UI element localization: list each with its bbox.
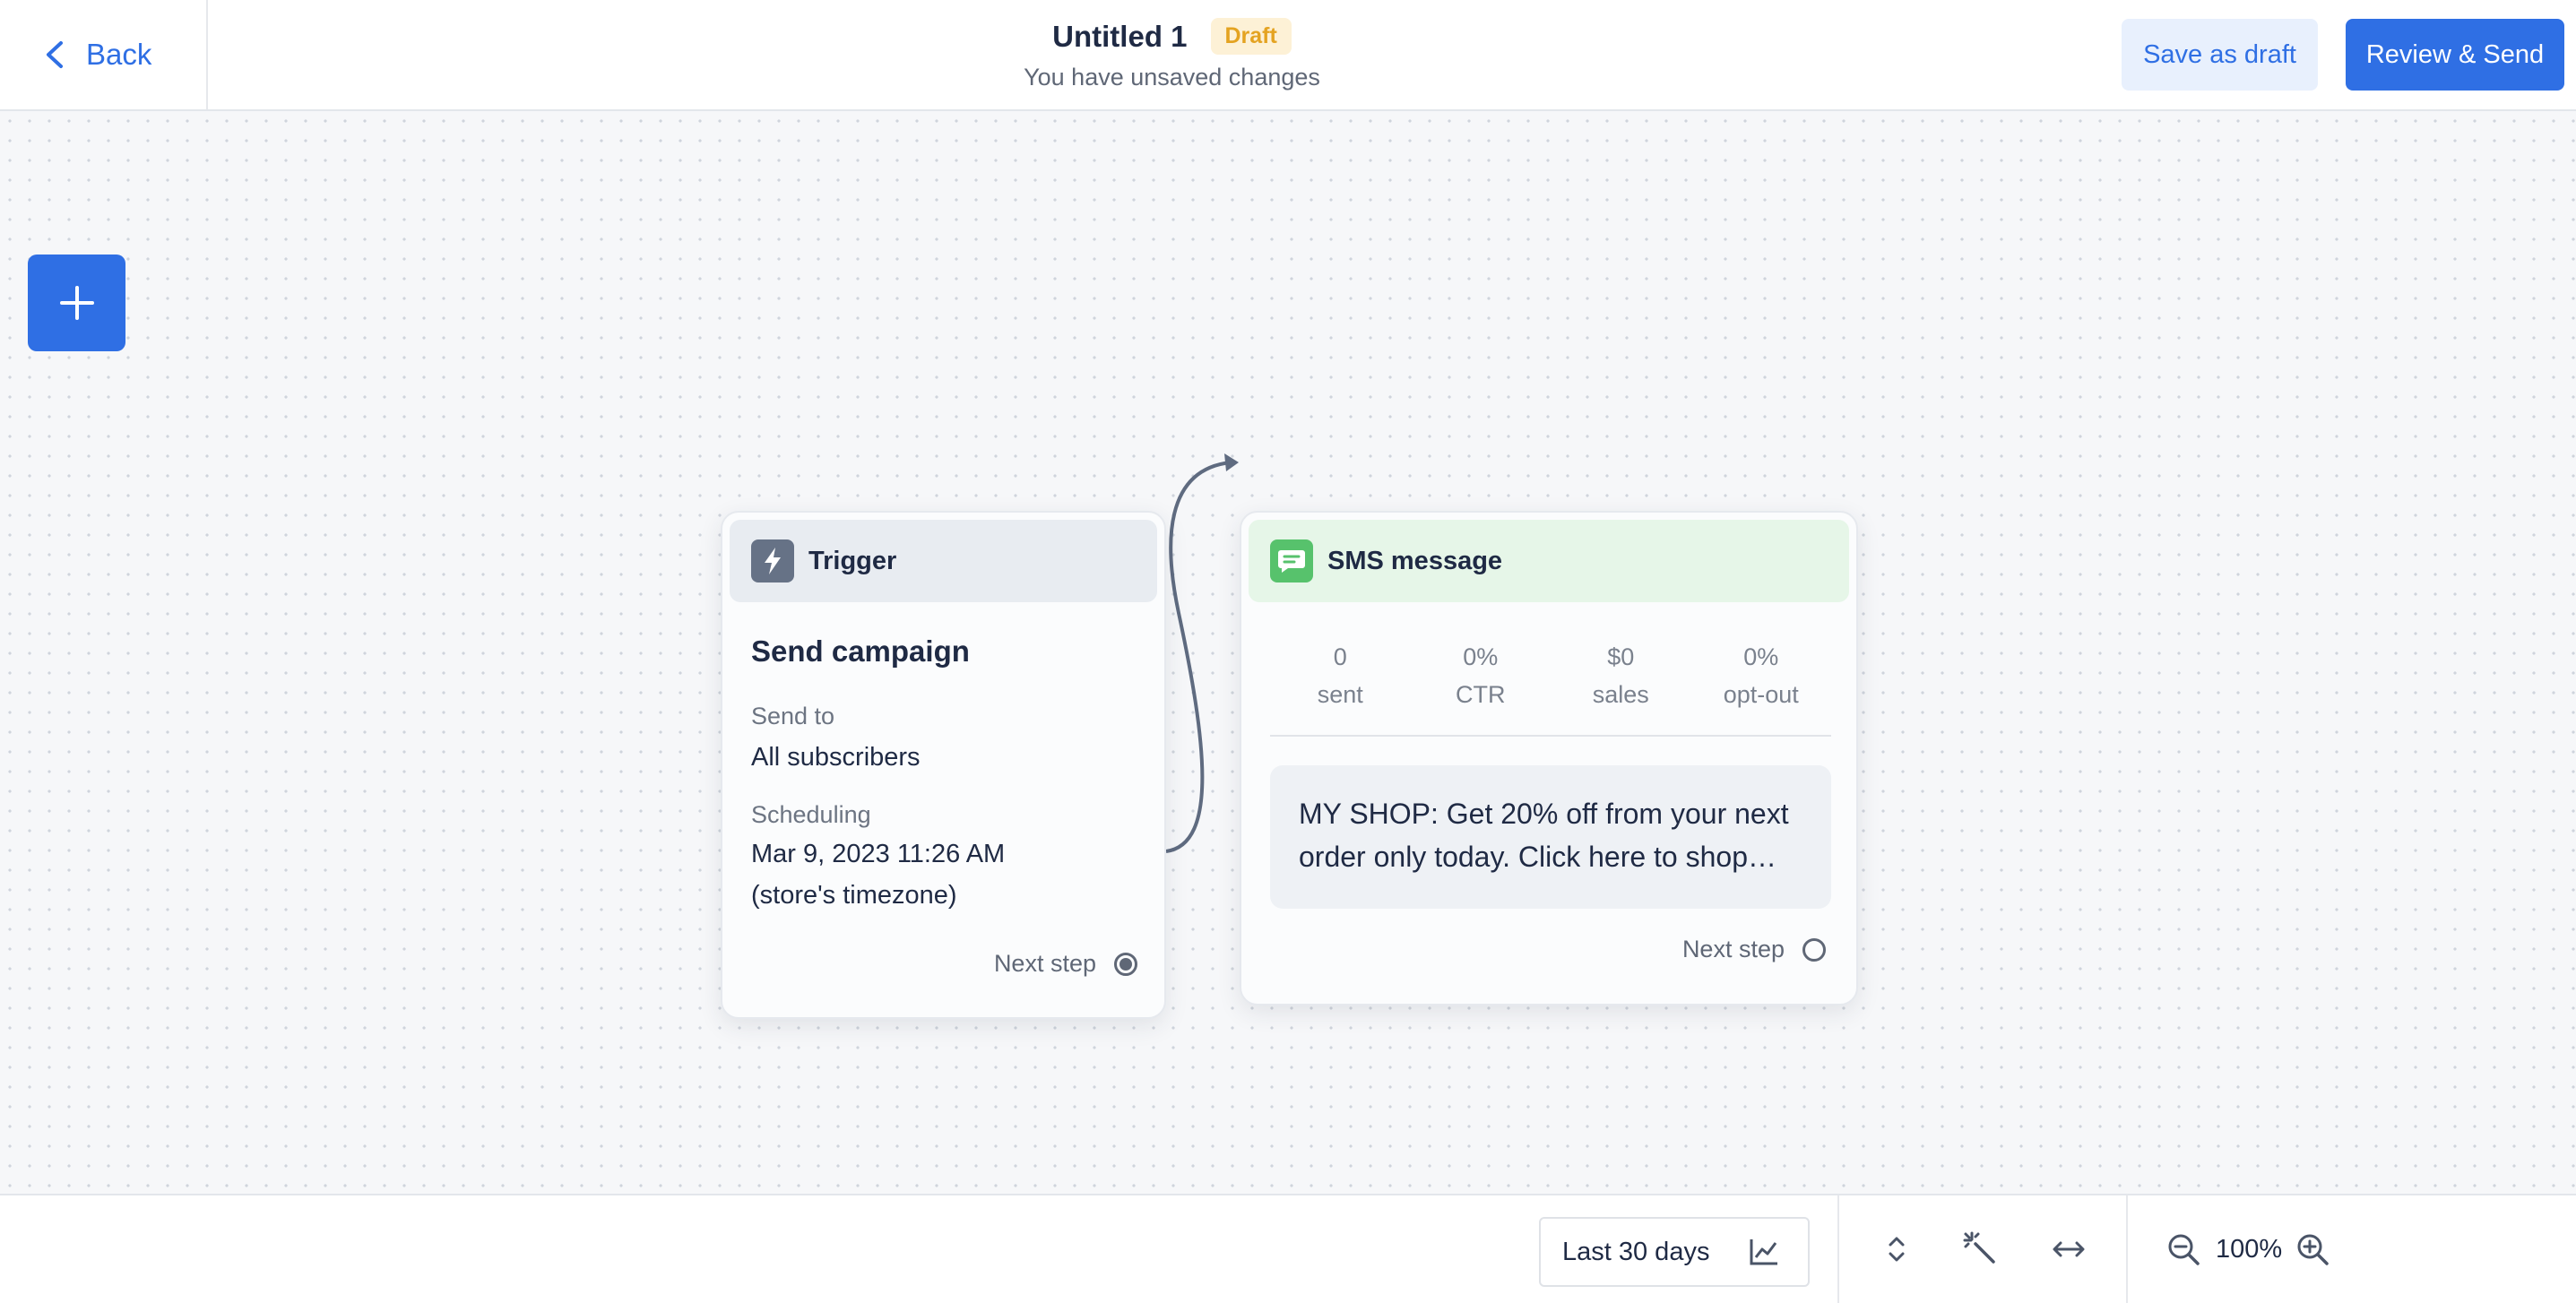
review-send-button[interactable]: Review & Send <box>2346 19 2564 91</box>
add-step-button[interactable] <box>28 255 125 351</box>
stat-value: $0 <box>1607 643 1635 670</box>
toolbar-separator <box>2126 1195 2128 1303</box>
send-to-value: All subscribers <box>751 743 921 772</box>
stat-value: 0 <box>1333 643 1347 670</box>
sms-next-step[interactable]: Next step <box>1682 936 1826 963</box>
trigger-card-label: Trigger <box>808 546 897 575</box>
next-step-connector-empty[interactable] <box>1802 937 1826 962</box>
stat-sent: 0 sent <box>1270 638 1411 713</box>
line-chart-icon <box>1750 1239 1778 1265</box>
stat-sales: $0 sales <box>1551 638 1691 713</box>
zoom-level: 100% <box>2216 1235 2283 1264</box>
chevron-left-icon <box>47 41 63 68</box>
next-step-label: Next step <box>993 950 1096 977</box>
trigger-title: Send campaign <box>751 634 970 668</box>
zoom-in-icon[interactable] <box>2293 1230 2332 1269</box>
stat-label: sent <box>1317 681 1363 708</box>
message-preview-text: MY SHOP: Get 20% off from your next orde… <box>1299 798 1789 873</box>
sms-card-label: SMS message <box>1327 546 1503 575</box>
status-badge: Draft <box>1210 18 1292 55</box>
zoom-out-icon[interactable] <box>2164 1230 2203 1269</box>
stat-label: sales <box>1592 681 1649 708</box>
trigger-next-step[interactable]: Next step <box>994 950 1137 978</box>
magic-wand-icon[interactable] <box>1961 1230 2001 1269</box>
sms-message-preview[interactable]: MY SHOP: Get 20% off from your next orde… <box>1270 765 1831 909</box>
top-header: Back Untitled 1 Draft You have unsaved c… <box>0 0 2576 111</box>
next-step-connector-filled[interactable] <box>1114 952 1137 976</box>
back-label: Back <box>86 38 152 71</box>
stat-opt-out: 0% opt-out <box>1691 638 1832 713</box>
divider <box>1270 735 1831 737</box>
page-title[interactable]: Untitled 1 <box>1052 20 1187 54</box>
back-button[interactable]: Back <box>0 0 208 109</box>
sms-message-card[interactable]: SMS message 0 sent 0% CTR $0 sales 0% op… <box>1240 511 1858 1005</box>
unsaved-changes-text: You have unsaved changes <box>1024 64 1320 91</box>
send-to-label: Send to <box>751 703 835 729</box>
trigger-card-header: Trigger <box>730 520 1157 602</box>
stat-value: 0% <box>1743 643 1779 670</box>
collapse-expand-icon[interactable] <box>1877 1230 1916 1269</box>
bottom-toolbar: Last 30 days 100% <box>0 1194 2576 1303</box>
sms-card-header: SMS message <box>1249 520 1849 602</box>
stat-ctr: 0% CTR <box>1411 638 1552 713</box>
chat-bubble-icon <box>1270 539 1313 582</box>
save-as-draft-button[interactable]: Save as draft <box>2122 19 2318 91</box>
plus-icon <box>59 286 94 320</box>
lightning-icon <box>751 539 794 582</box>
trigger-card[interactable]: Trigger Send campaign Send to All subscr… <box>721 511 1166 1019</box>
stat-value: 0% <box>1463 643 1499 670</box>
toolbar-separator <box>1837 1195 1839 1303</box>
fit-width-icon[interactable] <box>2049 1230 2088 1269</box>
scheduling-timezone: (store's timezone) <box>751 881 957 910</box>
date-range-label: Last 30 days <box>1562 1237 1710 1266</box>
scheduling-date: Mar 9, 2023 11:26 AM <box>751 840 1006 868</box>
sms-stats: 0 sent 0% CTR $0 sales 0% opt-out <box>1270 638 1831 713</box>
date-range-selector[interactable]: Last 30 days <box>1539 1217 1810 1287</box>
scheduling-label: Scheduling <box>751 801 871 828</box>
flow-canvas[interactable]: Trigger Send campaign Send to All subscr… <box>0 111 2576 1194</box>
campaign-title-area: Untitled 1 Draft You have unsaved change… <box>896 18 1448 91</box>
stat-label: CTR <box>1456 681 1506 708</box>
next-step-label: Next step <box>1681 936 1785 962</box>
stat-label: opt-out <box>1723 681 1799 708</box>
